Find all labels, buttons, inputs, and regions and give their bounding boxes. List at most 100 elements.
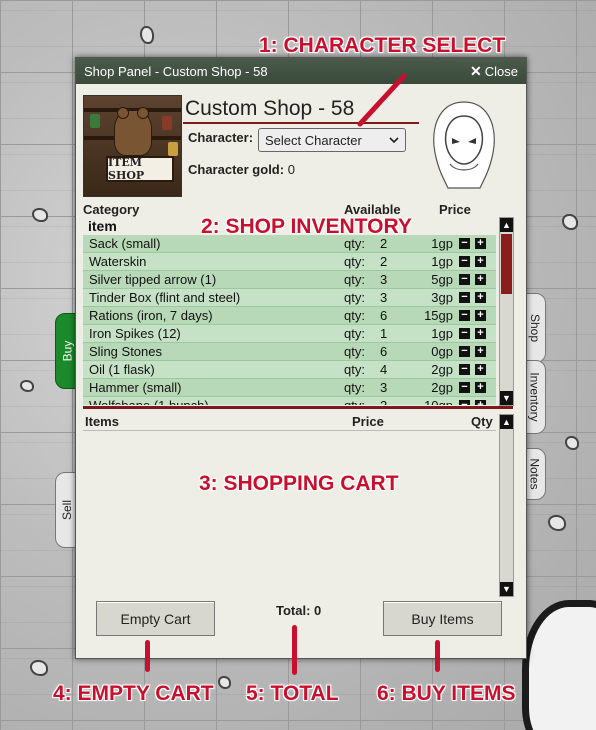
cart-scrollbar[interactable]: ▲ ▼: [499, 414, 514, 597]
inventory-row[interactable]: Wolfsbane (1 bunch) qty: 2 10gp −+: [83, 397, 496, 405]
decrement-icon[interactable]: −: [459, 382, 470, 393]
qty-label: qty:: [344, 290, 365, 305]
inventory-row[interactable]: Sling Stones qty: 6 0gp − +: [83, 343, 496, 361]
buy-items-button[interactable]: Buy Items: [383, 601, 502, 636]
item-name: Oil (1 flask): [89, 362, 155, 377]
annotation-arrow: [292, 625, 297, 675]
inventory-row[interactable]: Oil (1 flask) qty: 4 2gp − +: [83, 361, 496, 379]
character-gold: Character gold: 0: [188, 162, 295, 177]
decrement-icon[interactable]: −: [459, 292, 470, 303]
character-select[interactable]: Select Character: [258, 128, 406, 152]
increment-icon[interactable]: +: [475, 238, 486, 249]
item-name: Hammer (small): [89, 380, 182, 395]
chevron-down-icon: [389, 137, 399, 144]
increment-icon[interactable]: +: [475, 310, 486, 321]
header-price: Price: [439, 202, 471, 217]
increment-icon[interactable]: +: [475, 382, 486, 393]
inventory-scrollbar[interactable]: ▲ ▼: [499, 217, 514, 406]
inventory-row[interactable]: Waterskin qty: 2 1gp − +: [83, 253, 496, 271]
decrement-icon[interactable]: −: [459, 346, 470, 357]
increment-icon[interactable]: +: [475, 292, 486, 303]
item-name: Sling Stones: [89, 344, 162, 359]
item-price: 2gp: [431, 362, 453, 377]
item-name: Rations (iron, 7 days): [89, 308, 213, 323]
qty-value: 6: [380, 308, 388, 323]
tab-shop[interactable]: Shop: [524, 293, 546, 363]
inventory-row[interactable]: Iron Spikes (12) qty: 1 1gp − +: [83, 325, 496, 343]
item-price: 2gp: [431, 380, 453, 395]
increment-icon[interactable]: +: [475, 364, 486, 375]
scroll-down-icon[interactable]: ▼: [500, 582, 513, 596]
annotation-character-select: 1: CHARACTER SELECT: [259, 34, 506, 57]
increment-icon[interactable]: +: [475, 400, 486, 405]
header-category: Category: [83, 202, 140, 217]
decrement-icon[interactable]: −: [459, 364, 470, 375]
inventory-row[interactable]: Tinder Box (flint and steel) qty: 3 3gp − +: [83, 289, 496, 307]
item-price: 1gp: [431, 326, 453, 341]
decrement-icon[interactable]: −: [459, 256, 470, 267]
map-rock: [548, 515, 566, 531]
bear-shopkeeper-icon: [114, 107, 152, 156]
qty-label: qty:: [344, 326, 365, 341]
item-price: 5gp: [431, 272, 453, 287]
qty-value: 2: [380, 397, 387, 405]
qty-value: 6: [380, 344, 388, 359]
decrement-icon[interactable]: −: [459, 310, 470, 321]
shopping-cart-list: [83, 430, 496, 596]
scroll-up-icon[interactable]: ▲: [500, 415, 513, 429]
tab-notes[interactable]: Notes: [524, 448, 546, 500]
qty-label: qty:: [344, 344, 365, 359]
map-rock: [565, 436, 579, 450]
annotation-arrow: [357, 73, 407, 127]
inventory-row[interactable]: Silver tipped arrow (1) qty: 3 5gp − +: [83, 271, 496, 289]
decrement-icon[interactable]: −: [459, 400, 470, 405]
increment-icon[interactable]: +: [475, 274, 486, 285]
qty-value: 2: [380, 254, 388, 269]
panel-title: Shop Panel - Custom Shop - 58: [84, 63, 268, 79]
annotation-arrow: [145, 640, 150, 672]
map-rock: [218, 676, 231, 689]
close-icon: ✕: [470, 62, 482, 79]
qty-value: 3: [380, 380, 388, 395]
item-price: 1gp: [431, 236, 453, 251]
empty-cart-button[interactable]: Empty Cart: [96, 601, 215, 636]
item-name: Sack (small): [89, 236, 161, 251]
qty-label: qty:: [344, 397, 365, 405]
qty-label: qty:: [344, 272, 365, 287]
qty-label: qty:: [344, 380, 365, 395]
inventory-rows: Sack (small) qty: 2 1gp − + Waterskin qty: 2 1gp −…: [83, 235, 496, 405]
increment-icon[interactable]: +: [475, 256, 486, 267]
tab-inventory[interactable]: Inventory: [524, 360, 546, 434]
item-name: Iron Spikes (12): [89, 326, 181, 341]
annotation-buy-items: 6: BUY ITEMS: [377, 682, 516, 705]
map-rock: [20, 380, 34, 392]
decrement-icon[interactable]: −: [459, 328, 470, 339]
cart-header-qty: Qty: [471, 414, 493, 429]
decrement-icon[interactable]: −: [459, 274, 470, 285]
item-price: 1gp: [431, 254, 453, 269]
scroll-up-icon[interactable]: ▲: [500, 218, 513, 232]
close-label: Close: [484, 63, 518, 79]
cart-header-items: Items: [85, 414, 119, 429]
scroll-down-icon[interactable]: ▼: [500, 391, 513, 405]
inventory-row[interactable]: Rations (iron, 7 days) qty: 6 15gp − +: [83, 307, 496, 325]
item-price: 3gp: [431, 290, 453, 305]
item-name: Waterskin: [89, 254, 147, 269]
map-boulder: [522, 600, 596, 730]
increment-icon[interactable]: +: [475, 328, 486, 339]
hooded-figure-icon: [433, 101, 495, 189]
annotation-total: 5: TOTAL: [246, 682, 339, 705]
increment-icon[interactable]: +: [475, 346, 486, 357]
decrement-icon[interactable]: −: [459, 238, 470, 249]
item-price: 15gp: [424, 308, 453, 323]
cart-header-price: Price: [352, 414, 384, 429]
qty-label: qty:: [344, 254, 365, 269]
inventory-row[interactable]: Hammer (small) qty: 3 2gp − +: [83, 379, 496, 397]
gold-value: 0: [287, 162, 295, 177]
shop-title: Custom Shop - 58: [185, 97, 355, 120]
panel-titlebar[interactable]: Shop Panel - Custom Shop - 58 ✕ Close: [76, 58, 526, 84]
annotation-empty-cart: 4: EMPTY CART: [53, 682, 214, 705]
scroll-thumb[interactable]: [501, 234, 512, 294]
annotation-shop-inventory: 2: SHOP INVENTORY: [201, 215, 412, 238]
close-button[interactable]: ✕ Close: [470, 63, 518, 80]
